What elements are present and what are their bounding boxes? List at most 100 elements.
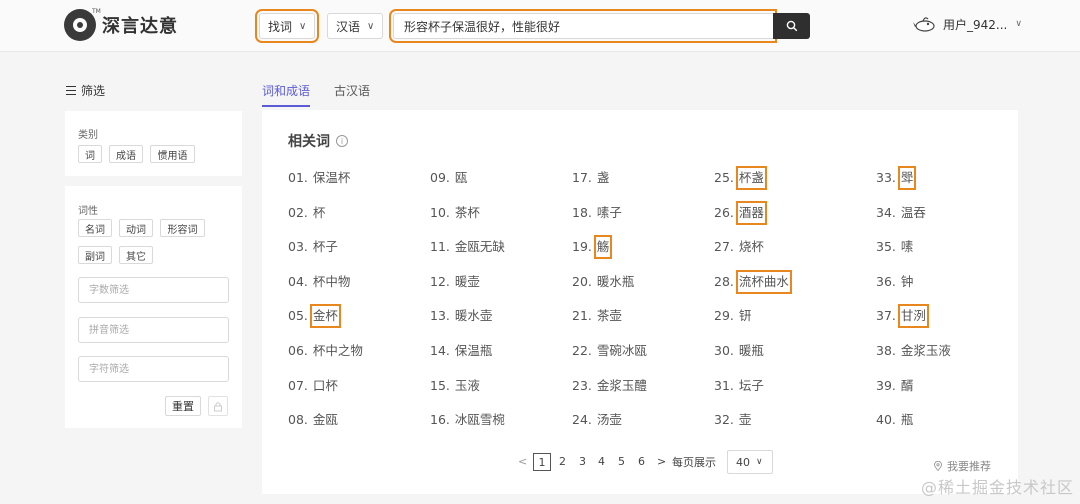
- page-5[interactable]: 5: [618, 453, 625, 471]
- per-page-select[interactable]: 40 ∨: [727, 450, 773, 474]
- result-word-text: 壶: [738, 412, 752, 428]
- result-word-text: 钘: [738, 308, 752, 324]
- result-word-text: 瓯: [454, 170, 468, 185]
- result-word-item[interactable]: 24. 汤壶: [572, 410, 623, 430]
- result-word-item[interactable]: 18. 嗉子: [572, 203, 623, 223]
- result-word-item[interactable]: 22. 雪碗冰瓯: [572, 341, 648, 361]
- tag-pos-verb[interactable]: 动词: [119, 219, 153, 237]
- result-word-text: 冰瓯雪椀: [454, 412, 505, 428]
- result-word-item[interactable]: 10. 茶杯: [430, 203, 481, 223]
- result-word-item[interactable]: 35. 嗉: [876, 237, 914, 257]
- result-word-item[interactable]: 03. 杯子: [288, 237, 339, 257]
- result-word-number: 14.: [430, 343, 450, 358]
- result-word-text: 嗉: [900, 239, 914, 255]
- search-input[interactable]: [389, 9, 777, 43]
- char-count-filter-input[interactable]: [78, 277, 229, 303]
- reset-button[interactable]: 重置: [165, 396, 201, 416]
- result-word-item[interactable]: 26. 酒器: [714, 200, 767, 225]
- result-word-item[interactable]: 17. 盏: [572, 168, 610, 188]
- result-word-number: 05.: [288, 308, 308, 324]
- results-title: 相关词 i: [288, 131, 348, 151]
- result-word-item[interactable]: 13. 暖水壶: [430, 306, 493, 326]
- result-word-item[interactable]: 34. 温吞: [876, 203, 927, 223]
- result-word-text: 金瓯: [312, 412, 338, 428]
- result-word-item[interactable]: 39. 醑: [876, 376, 914, 396]
- result-word-item[interactable]: 05. 金杯: [288, 304, 341, 329]
- result-word-item[interactable]: 16. 冰瓯雪椀: [430, 410, 506, 430]
- language-select[interactable]: 汉语 ∨: [327, 13, 384, 39]
- prev-page-button[interactable]: <: [518, 453, 527, 471]
- result-word-item[interactable]: 33. 斝: [876, 166, 917, 190]
- result-word-number: 03.: [288, 239, 308, 255]
- result-word-item[interactable]: 01. 保温杯: [288, 168, 351, 188]
- page-6[interactable]: 6: [638, 453, 645, 471]
- result-word-number: 25.: [714, 170, 734, 185]
- per-page-value: 40: [736, 455, 750, 469]
- tag-pos-adjective[interactable]: 形容词: [160, 219, 205, 237]
- result-word-number: 12.: [430, 273, 450, 289]
- result-word-text: 杯中物: [312, 273, 351, 289]
- result-word-number: 26.: [714, 204, 734, 220]
- result-word-item[interactable]: 11. 金瓯无缺: [430, 237, 506, 257]
- result-word-item[interactable]: 25. 杯盏: [714, 166, 767, 190]
- pos-panel: 词性 名词 动词 形容词 副词 其它 重置: [65, 186, 242, 428]
- logo-trademark: TM: [92, 8, 101, 15]
- mode-select[interactable]: 找词 ∨: [254, 9, 320, 43]
- result-word-item[interactable]: 07. 口杯: [288, 376, 339, 396]
- result-word-number: 29.: [714, 308, 734, 324]
- lock-button[interactable]: [208, 396, 228, 416]
- result-word-item[interactable]: 36. 钟: [876, 272, 914, 292]
- search-button[interactable]: [773, 13, 810, 39]
- page-3[interactable]: 3: [579, 453, 586, 471]
- result-word-text: 杯中之物: [312, 343, 363, 358]
- result-word-item[interactable]: 27. 烧杯: [714, 237, 765, 257]
- result-word-item[interactable]: 19. 觞: [572, 235, 613, 260]
- tag-category-word[interactable]: 词: [78, 145, 102, 163]
- recommend-link[interactable]: 我要推荐: [934, 458, 991, 474]
- result-word-number: 20.: [572, 273, 592, 289]
- result-word-item[interactable]: 32. 壶: [714, 410, 752, 430]
- result-word-item[interactable]: 14. 保温瓶: [430, 341, 493, 361]
- tag-pos-adverb[interactable]: 副词: [78, 246, 112, 264]
- tag-category-idiom[interactable]: 成语: [109, 145, 143, 163]
- result-word-item[interactable]: 15. 玉液: [430, 376, 481, 396]
- result-word-number: 30.: [714, 343, 734, 358]
- user-menu[interactable]: 用户_942... ∨: [913, 15, 1022, 33]
- page-1[interactable]: 1: [533, 453, 551, 471]
- result-word-item[interactable]: 38. 金浆玉液: [876, 341, 952, 361]
- tab-classical-chinese[interactable]: 古汉语: [334, 82, 370, 105]
- result-word-item[interactable]: 30. 暖瓶: [714, 341, 765, 361]
- result-word-item[interactable]: 08. 金瓯: [288, 410, 339, 430]
- pinyin-filter-input[interactable]: [78, 317, 229, 343]
- result-word-number: 15.: [430, 377, 450, 393]
- result-word-item[interactable]: 20. 暖水瓶: [572, 272, 635, 292]
- result-word-item[interactable]: 04. 杯中物: [288, 272, 351, 292]
- tag-pos-other[interactable]: 其它: [119, 246, 153, 264]
- tab-words-idioms[interactable]: 词和成语: [262, 82, 311, 107]
- result-word-text: 金浆玉液: [900, 343, 951, 358]
- logo[interactable]: 深言达意: [64, 9, 178, 41]
- result-word-item[interactable]: 09. 瓯: [430, 168, 468, 188]
- result-word-item[interactable]: 23. 金浆玉醴: [572, 376, 648, 396]
- tag-pos-noun[interactable]: 名词: [78, 219, 112, 237]
- result-word-item[interactable]: 06. 杯中之物: [288, 341, 364, 361]
- results-title-text: 相关词: [288, 134, 330, 150]
- result-word-number: 16.: [430, 412, 450, 428]
- result-word-item[interactable]: 12. 暖壶: [430, 272, 481, 292]
- char-filter-input[interactable]: [78, 356, 229, 382]
- result-word-text: 杯子: [312, 239, 338, 255]
- result-word-item[interactable]: 40. 瓶: [876, 410, 914, 430]
- search-icon: [786, 20, 797, 32]
- result-word-item[interactable]: 37. 甘洌: [876, 304, 929, 329]
- info-icon[interactable]: i: [336, 135, 348, 147]
- result-word-text: 坛子: [738, 377, 764, 393]
- tag-category-phrase[interactable]: 惯用语: [150, 145, 195, 163]
- result-word-item[interactable]: 29. 钘: [714, 306, 752, 326]
- page-2[interactable]: 2: [559, 453, 566, 471]
- result-word-item[interactable]: 02. 杯: [288, 203, 326, 223]
- page-4[interactable]: 4: [598, 453, 605, 471]
- result-word-item[interactable]: 31. 坛子: [714, 376, 765, 396]
- next-page-button[interactable]: >: [657, 453, 666, 471]
- result-word-item[interactable]: 28. 流杯曲水: [714, 269, 792, 294]
- result-word-item[interactable]: 21. 茶壶: [572, 306, 623, 326]
